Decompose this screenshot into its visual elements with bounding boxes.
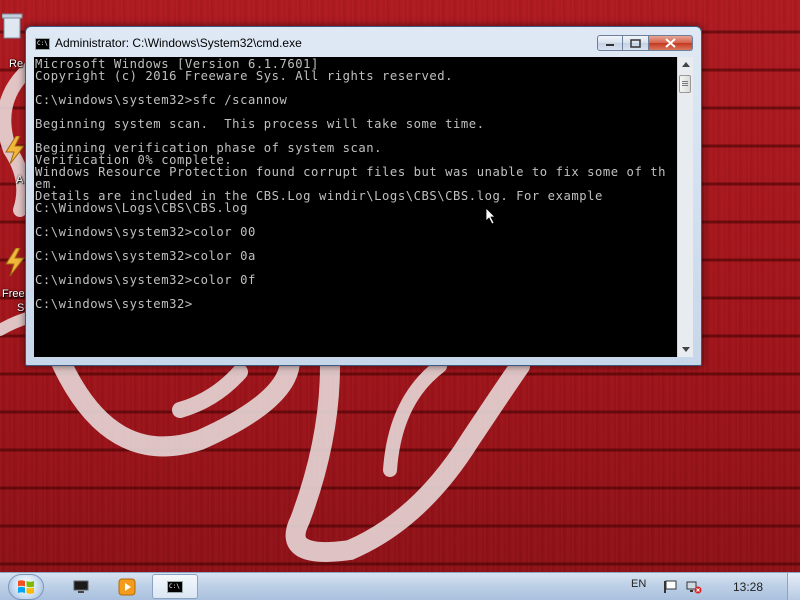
desktop-icon-recycle-bin[interactable]: Re [0, 8, 26, 70]
cmd-window[interactable]: C:\ Administrator: C:\Windows\System32\c… [25, 26, 702, 366]
maximize-button[interactable] [623, 35, 649, 51]
start-button[interactable] [8, 574, 44, 600]
close-button[interactable] [649, 35, 693, 51]
action-center-flag-icon[interactable] [663, 580, 679, 594]
desktop-icon-label: A [16, 174, 24, 186]
close-icon [665, 38, 676, 48]
windows-logo-icon [18, 580, 34, 594]
taskbar-button-explorer[interactable] [58, 574, 104, 599]
desktop-icon-freeware[interactable]: Free S [0, 240, 26, 320]
minimize-icon [606, 44, 614, 46]
caption-buttons [597, 35, 693, 53]
system-clock[interactable]: 13:28 [733, 580, 763, 594]
lightning-icon [5, 248, 26, 276]
computer-icon [73, 580, 89, 593]
recycle-bin-icon [2, 13, 23, 39]
cmd-icon[interactable]: C:\ [35, 38, 50, 50]
cmd-icon: C:\ [167, 580, 183, 593]
scroll-up-button[interactable] [678, 57, 693, 72]
lightning-icon [5, 136, 26, 164]
taskbar-button-cmd[interactable]: C:\ [152, 574, 198, 599]
desktop-icon-label: Free [2, 288, 25, 300]
desktop-icon-label: S [17, 302, 25, 314]
scrollbar-thumb[interactable] [679, 75, 691, 93]
taskbar-button-media-player[interactable] [104, 574, 150, 599]
vertical-scrollbar[interactable] [677, 57, 693, 357]
console-text: Microsoft Windows [Version 6.1.7601] Cop… [35, 57, 666, 311]
network-disconnected-icon[interactable] [686, 580, 702, 594]
scroll-down-button[interactable] [678, 342, 693, 357]
language-indicator[interactable]: EN [631, 578, 646, 590]
show-desktop-button[interactable] [787, 573, 800, 600]
desktop-icon-app-a[interactable]: A [0, 130, 26, 190]
arrow-down-icon [681, 347, 690, 352]
mouse-cursor-icon [485, 207, 496, 225]
title-bar[interactable]: C:\ Administrator: C:\Windows\System32\c… [26, 27, 701, 57]
media-player-icon [118, 578, 136, 595]
taskbar: C:\ EN 13:28 [0, 572, 800, 600]
desktop-icon-label: Re [9, 58, 24, 70]
maximize-icon [630, 38, 641, 48]
window-title: Administrator: C:\Windows\System32\cmd.e… [55, 36, 302, 50]
arrow-up-icon [681, 62, 690, 67]
console-output-area[interactable]: Microsoft Windows [Version 6.1.7601] Cop… [34, 57, 677, 357]
minimize-button[interactable] [597, 35, 623, 51]
